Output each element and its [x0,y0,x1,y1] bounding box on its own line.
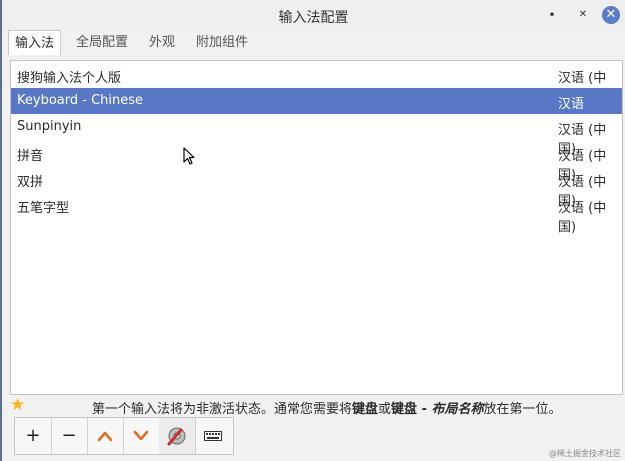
configure-button[interactable] [159,418,196,454]
keyboard-layout-button[interactable] [195,418,231,454]
title-bar[interactable]: 输入法配置 • ✕ ✕ [2,0,625,30]
info-bar: ★ 第一个输入法将为非激活状态。通常您需要将键盘或键盘 - 布局名称放在第一位。 [10,395,621,417]
list-item[interactable]: 双拼 汉语 (中国) [11,166,622,209]
input-method-name: Keyboard - Chinese [17,93,144,108]
info-text: 第一个输入法将为非激活状态。通常您需要将键盘或键盘 - 布局名称放在第一位。 [92,402,562,417]
remove-button[interactable]: − [51,418,88,454]
input-method-name: Sunpinyin [17,119,82,134]
list-item[interactable]: 拼音 汉语 (中国) [11,140,622,183]
chevron-down-icon [133,430,149,441]
list-item[interactable]: 五笔字型 汉语 (中国) [11,192,622,235]
tab-global-config[interactable]: 全局配置 [70,30,134,54]
list-item[interactable]: Sunpinyin 汉语 (中国) [11,114,622,157]
add-button[interactable]: + [15,418,52,454]
list-item[interactable]: Keyboard - Chinese 汉语 [11,88,622,114]
input-method-name: 五笔字型 [17,201,70,216]
minimize-button[interactable]: • [543,6,561,24]
tab-addons[interactable]: 附加组件 [190,30,254,54]
maximize-button[interactable]: ✕ [574,6,592,24]
star-icon: ★ [10,395,26,415]
watermark: @稀土掘金技术社区 [549,449,621,458]
input-method-name: 双拼 [17,175,44,190]
window-title: 输入法配置 [278,10,349,26]
settings-tools-icon [167,427,186,446]
keyboard-icon [204,431,222,441]
move-down-button[interactable] [123,418,160,454]
input-method-name: 拼音 [17,149,44,164]
input-method-name: 搜狗输入法个人版 [17,71,122,86]
tab-input-method[interactable]: 输入法 [8,30,62,55]
input-method-language: 汉语 [558,97,585,112]
fcitx-config-window: 输入法配置 • ✕ ✕ 输入法 全局配置 外观 附加组件 搜狗输入法个人版 汉语… [2,0,625,461]
tab-appearance[interactable]: 外观 [143,30,181,54]
list-item[interactable]: 搜狗输入法个人版 汉语 (中国) [11,62,622,105]
list-toolbar: + − [14,417,234,455]
input-method-language: 汉语 (中国) [558,201,607,235]
mouse-pointer-icon [183,147,195,165]
input-method-list[interactable]: 搜狗输入法个人版 汉语 (中国) Keyboard - Chinese 汉语 S… [10,60,623,395]
move-up-button[interactable] [87,418,124,454]
tab-bar: 输入法 全局配置 外观 附加组件 [8,30,618,55]
chevron-up-icon [97,431,113,442]
close-button[interactable]: ✕ [602,6,620,24]
